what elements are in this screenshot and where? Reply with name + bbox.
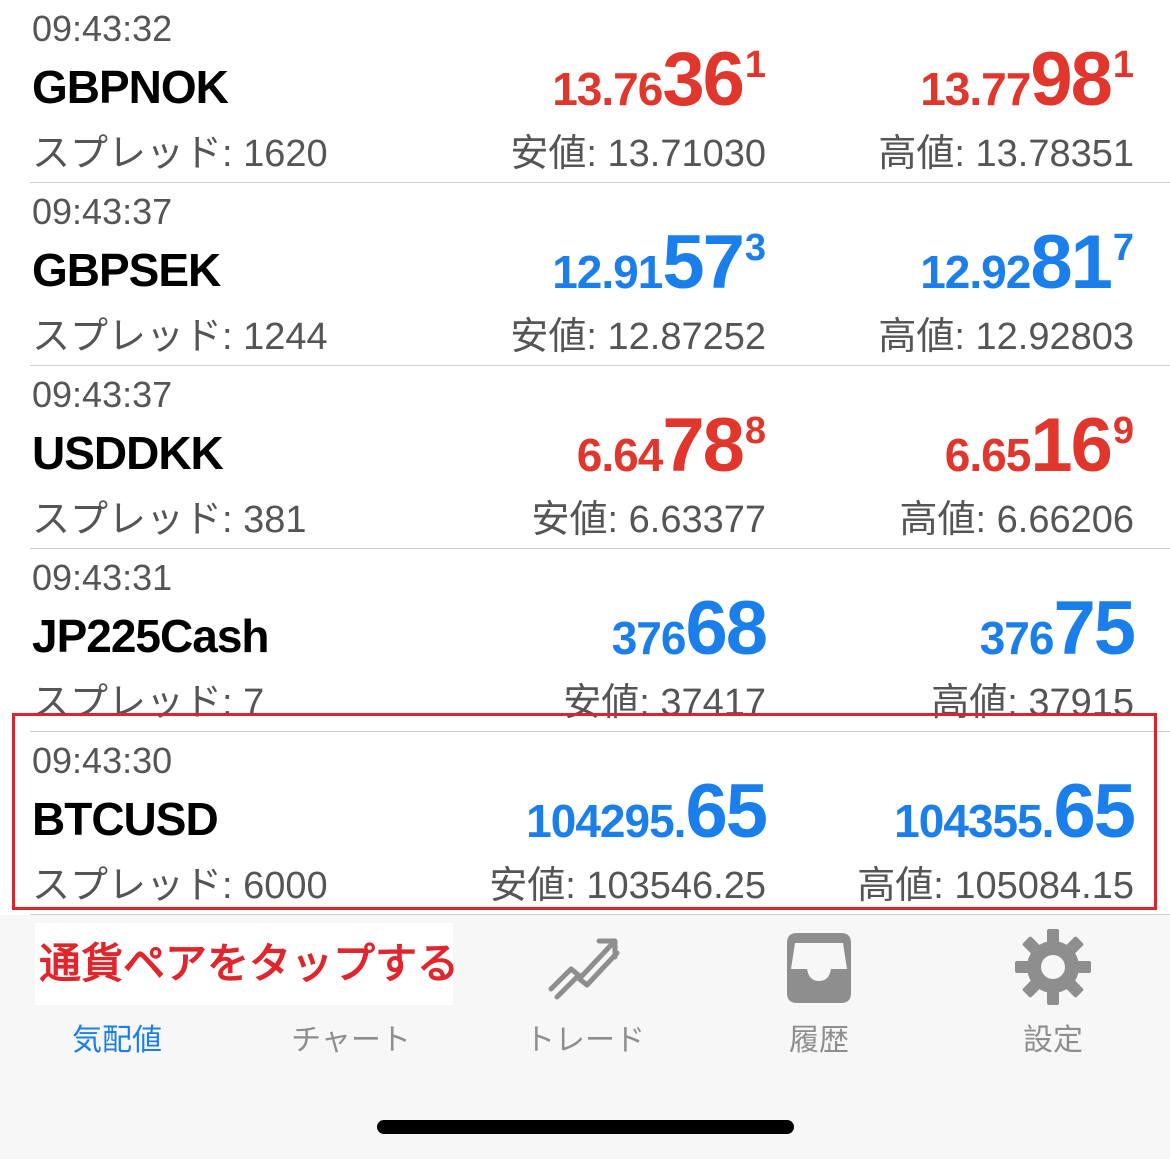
- low-price: 安値: 12.87252: [510, 316, 766, 358]
- highlight-box: [12, 713, 1157, 910]
- annotation-tap-pair: 通貨ペアをタップする: [35, 923, 459, 1005]
- history-inbox-icon: [787, 933, 851, 1003]
- tab-label: 気配値: [72, 1024, 162, 1057]
- tab-label: 履歴: [789, 1024, 849, 1057]
- trade-icon: [548, 938, 620, 1000]
- ask-price-pips: 16: [1030, 403, 1113, 488]
- quote-time: 09:43:37: [32, 191, 173, 232]
- gear-icon: [1015, 929, 1091, 1005]
- ask-price: 13.77 98 1: [920, 36, 1134, 123]
- home-indicator[interactable]: [377, 1120, 794, 1134]
- high-price: 高値: 6.66206: [899, 499, 1134, 541]
- quote-row-gbpnok[interactable]: 09:43:32 GBPNOK スプレッド: 1620 13.76 36 1 1…: [0, 0, 1170, 183]
- bid-price-fraction: 1: [744, 44, 766, 86]
- bid-price-pips: 57: [662, 220, 745, 305]
- quote-row-jp225cash[interactable]: 09:43:31 JP225Cash スプレッド: 7 376 68 376 7…: [0, 549, 1170, 732]
- ask-price: 376 75: [979, 585, 1136, 672]
- tab-settings[interactable]: 設定: [936, 915, 1170, 1065]
- bid-price: 12.91 57 3: [552, 219, 766, 306]
- quote-spread: スプレッド: 381: [32, 499, 307, 541]
- ask-price: 12.92 81 7: [920, 219, 1134, 306]
- quote-row-usddkk[interactable]: 09:43:37 USDDKK スプレッド: 381 6.64 78 8 6.6…: [0, 366, 1170, 549]
- bid-price-prefix: 12.91: [552, 246, 663, 298]
- quote-symbol: USDDKK: [32, 427, 224, 479]
- app-screen: 09:43:32 GBPNOK スプレッド: 1620 13.76 36 1 1…: [0, 0, 1170, 1159]
- ask-price-prefix: 6.65: [944, 429, 1032, 481]
- ask-price-prefix: 13.77: [920, 63, 1031, 115]
- bid-price-fraction: 8: [744, 410, 766, 452]
- bid-price: 13.76 36 1: [552, 36, 766, 123]
- low-price: 安値: 6.63377: [531, 499, 766, 541]
- bid-price: 6.64 78 8: [577, 402, 766, 489]
- quote-symbol: JP225Cash: [32, 610, 269, 662]
- high-price: 高値: 13.78351: [878, 133, 1134, 175]
- ask-price-fraction: 7: [1112, 227, 1134, 269]
- bid-price-fraction: 3: [744, 227, 766, 269]
- tab-label: チャート: [291, 1024, 411, 1057]
- bid-price-pips: 78: [662, 403, 745, 488]
- quote-time: 09:43:37: [32, 374, 173, 415]
- ask-price-pips: 98: [1030, 37, 1113, 122]
- ask-price-fraction: 1: [1112, 44, 1134, 86]
- quote-symbol: GBPSEK: [32, 244, 221, 296]
- quote-symbol: GBPNOK: [32, 61, 229, 113]
- bid-price-prefix: 13.76: [552, 63, 663, 115]
- tab-label: 設定: [1023, 1024, 1083, 1057]
- bid-price-pips: 36: [662, 37, 745, 122]
- tab-trade[interactable]: トレード: [468, 915, 702, 1065]
- quote-spread: スプレッド: 1620: [32, 133, 328, 175]
- ask-price-fraction: 9: [1112, 410, 1134, 452]
- bid-price-prefix: 6.64: [576, 429, 664, 481]
- bid-price: 376 68: [611, 585, 768, 672]
- ask-price-pips: 75: [1053, 586, 1136, 671]
- quote-time: 09:43:32: [32, 8, 173, 49]
- ask-price-pips: 81: [1030, 220, 1113, 305]
- bid-price-prefix: 376: [611, 612, 687, 664]
- quote-row-gbpsek[interactable]: 09:43:37 GBPSEK スプレッド: 1244 12.91 57 3 1…: [0, 183, 1170, 366]
- quote-time: 09:43:31: [32, 557, 173, 598]
- high-price: 高値: 12.92803: [878, 316, 1134, 358]
- tab-history[interactable]: 履歴: [702, 915, 936, 1065]
- ask-price: 6.65 16 9: [945, 402, 1134, 489]
- tab-label: トレード: [525, 1024, 645, 1057]
- low-price: 安値: 13.71030: [510, 133, 766, 175]
- ask-price-prefix: 12.92: [920, 246, 1031, 298]
- quote-spread: スプレッド: 1244: [32, 316, 328, 358]
- ask-price-prefix: 376: [979, 612, 1055, 664]
- bid-price-pips: 68: [685, 586, 768, 671]
